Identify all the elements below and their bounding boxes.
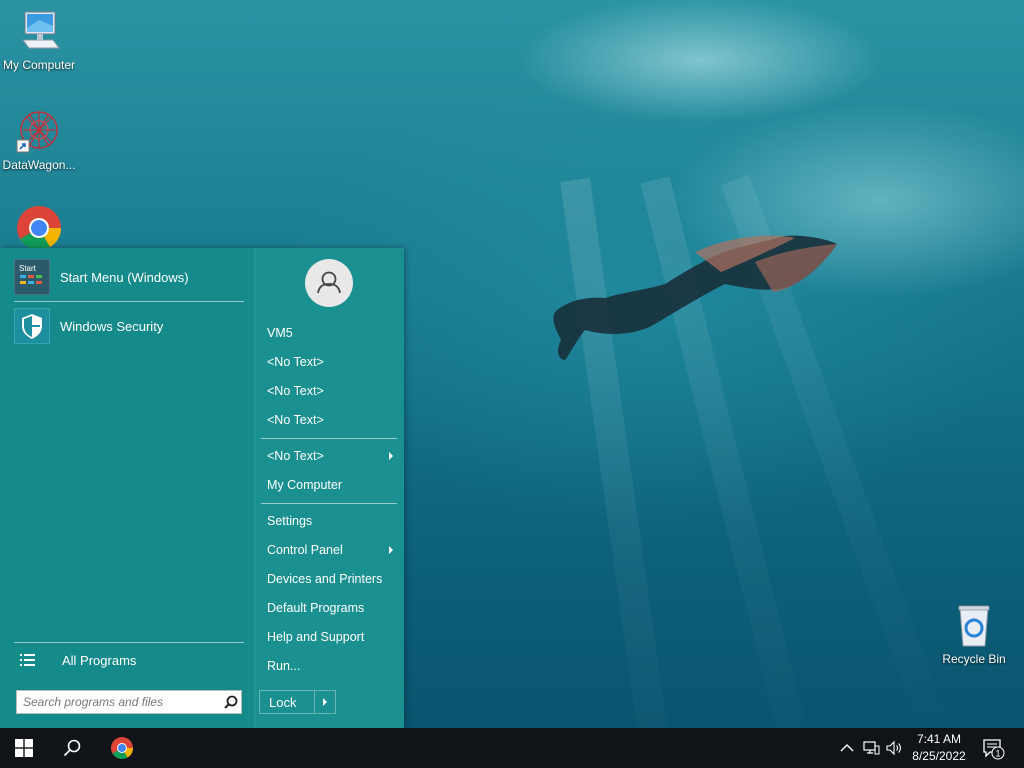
desktop-icon-recycle-bin[interactable]: Recycle Bin [936,602,1012,666]
menu-item-control-panel[interactable]: Control Panel [267,539,397,561]
taskbar-chrome-button[interactable] [98,728,146,768]
chevron-up-icon[interactable] [838,740,856,756]
desktop-icon-chrome[interactable] [1,204,77,254]
clock-date: 8/25/2022 [912,749,966,763]
menu-item-label: <No Text> [267,449,324,463]
submenu-arrow-icon [389,546,393,554]
menu-item-label: <No Text> [267,413,324,427]
menu-item-no-text[interactable]: <No Text> [267,380,397,402]
menu-item-label: <No Text> [267,384,324,398]
menu-item-no-text-submenu[interactable]: <No Text> [267,445,397,467]
all-programs-button[interactable]: All Programs [14,646,246,674]
menu-item-label: Control Panel [267,543,343,557]
notification-count: 1 [996,749,1001,759]
volume-icon[interactable] [885,740,903,756]
menu-item-label: Settings [267,514,313,528]
datawagon-icon [15,108,63,156]
menu-item-help-and-support[interactable]: Help and Support [267,626,397,648]
computer-icon [15,8,63,56]
network-icon[interactable] [862,740,880,756]
clock-time: 7:41 AM [916,732,962,746]
diver-wallpaper-image [553,235,837,360]
list-icon [20,654,35,666]
search-input[interactable] [17,692,221,712]
menu-item-label: Help and Support [267,630,365,644]
menu-item-no-text[interactable]: <No Text> [267,351,397,373]
menu-item-label: Devices and Printers [267,572,383,586]
separator [14,642,244,643]
desktop-icon-label: DataWagon... [2,158,76,172]
desktop-icon-datawagon[interactable]: DataWagon... [1,108,77,172]
taskbar-clock[interactable]: 7:41 AM 8/25/2022 [904,731,974,765]
search-icon[interactable] [221,692,241,712]
recycle-bin-icon [950,602,998,650]
lock-button[interactable]: Lock [259,690,336,714]
all-programs-label: All Programs [62,652,137,668]
menu-item-label: <No Text> [267,355,324,369]
desktop-icon-my-computer[interactable]: My Computer [1,8,77,72]
pinned-item-windows-security[interactable]: Windows Security [13,307,246,345]
start-menu: Start Start Menu (Windows) Windows Secur… [0,248,404,728]
submenu-arrow-icon [389,452,393,460]
start-menu-app-icon: Start [13,258,51,296]
search-icon [63,739,81,757]
chrome-icon [15,204,63,252]
desktop-icon-label: My Computer [2,58,76,72]
notification-center-icon[interactable]: 1 [982,738,1006,760]
start-menu-left-pane: Start Start Menu (Windows) Windows Secur… [0,248,254,728]
separator [261,503,397,504]
separator [261,438,397,439]
menu-item-label: Run... [267,659,301,673]
menu-item-default-programs[interactable]: Default Programs [267,597,397,619]
menu-item-label: My Computer [267,478,343,492]
menu-item-label: VM5 [267,326,293,340]
menu-item-no-text[interactable]: <No Text> [267,409,397,431]
windows-start-button[interactable] [0,728,48,768]
menu-item-settings[interactable]: Settings [267,510,397,532]
desktop-icon-label: Recycle Bin [942,652,1006,666]
pinned-item-start-menu[interactable]: Start Start Menu (Windows) [13,258,246,296]
lock-label: Lock [269,694,297,710]
taskbar-search-button[interactable] [48,728,96,768]
separator [14,301,244,302]
taskbar: 7:41 AM 8/25/2022 1 [0,728,1024,768]
menu-item-run[interactable]: Run... [267,655,397,677]
windows-start-icon [15,739,33,757]
menu-item-my-computer[interactable]: My Computer [267,474,397,496]
pinned-item-label: Windows Security [60,318,164,334]
search-box[interactable] [16,690,242,714]
shield-icon [13,307,51,345]
pinned-item-label: Start Menu (Windows) [60,269,189,285]
start-menu-right-pane: VM5 <No Text> <No Text> <No Text> <No Te… [254,248,404,728]
menu-item-label: Default Programs [267,601,365,615]
menu-item-devices-and-printers[interactable]: Devices and Printers [267,568,397,590]
svg-text:Start: Start [19,264,37,273]
chrome-icon [111,737,133,759]
lock-options-arrow[interactable] [314,691,335,713]
user-avatar-icon[interactable] [305,259,353,307]
menu-item-vm5[interactable]: VM5 [267,322,397,344]
